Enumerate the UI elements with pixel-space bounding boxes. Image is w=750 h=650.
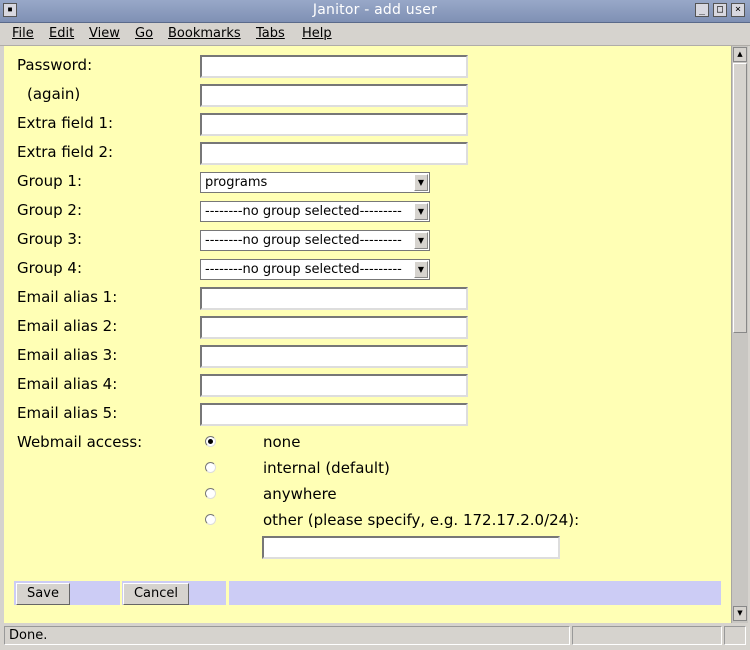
chevron-down-icon[interactable]: ▼ <box>414 174 428 191</box>
group-4-select[interactable]: --------no group selected--------- ▼ <box>200 259 430 280</box>
scrollbar-thumb[interactable] <box>733 63 747 333</box>
chevron-down-icon[interactable]: ▼ <box>414 232 428 249</box>
webmail-internal-label: internal (default) <box>263 459 390 477</box>
menubar: File Edit View Go Bookmarks Tabs Help <box>0 23 750 46</box>
menu-go[interactable]: Go <box>135 26 153 41</box>
email-alias-3-label: Email alias 3: <box>17 346 118 364</box>
status-text: Done. <box>4 626 570 645</box>
password-again-label: (again) <box>27 85 81 103</box>
email-alias-4-input[interactable] <box>200 374 468 397</box>
chevron-down-icon[interactable]: ▼ <box>414 261 428 278</box>
email-alias-5-label: Email alias 5: <box>17 404 118 422</box>
password-again-field[interactable] <box>200 84 468 107</box>
group-3-select[interactable]: --------no group selected--------- ▼ <box>200 230 430 251</box>
maximize-icon[interactable]: □ <box>713 3 727 17</box>
close-icon[interactable]: × <box>731 3 745 17</box>
group-3-label: Group 3: <box>17 230 83 248</box>
group-1-select[interactable]: programs ▼ <box>200 172 430 193</box>
webmail-anywhere-radio[interactable] <box>205 488 216 499</box>
password-label: Password: <box>17 56 93 74</box>
menu-edit[interactable]: Edit <box>49 26 74 41</box>
email-alias-5-input[interactable] <box>200 403 468 426</box>
group-2-label: Group 2: <box>17 201 83 219</box>
email-alias-4-label: Email alias 4: <box>17 375 118 393</box>
window-title: Janitor - add user <box>312 2 438 18</box>
window-titlebar: Janitor - add user ▪ _ □ × <box>0 0 750 23</box>
scroll-up-icon[interactable]: ▲ <box>733 47 747 62</box>
webmail-other-input[interactable] <box>262 536 560 559</box>
extra-field-2-label: Extra field 2: <box>17 143 114 161</box>
email-alias-1-label: Email alias 1: <box>17 288 118 306</box>
email-alias-3-input[interactable] <box>200 345 468 368</box>
group-1-label: Group 1: <box>17 172 83 190</box>
status-progress <box>572 626 722 645</box>
page-content: Password: (again) Extra field 1: Extra f… <box>4 46 731 623</box>
menu-view[interactable]: View <box>89 26 120 41</box>
minimize-icon[interactable]: _ <box>695 3 709 17</box>
menu-help[interactable]: Help <box>302 26 332 41</box>
email-alias-1-input[interactable] <box>200 287 468 310</box>
scroll-down-icon[interactable]: ▼ <box>733 606 747 621</box>
statusbar: Done. <box>0 624 750 650</box>
vertical-scrollbar[interactable]: ▲ ▼ <box>731 46 748 623</box>
cancel-button[interactable]: Cancel <box>123 583 189 605</box>
chevron-down-icon[interactable]: ▼ <box>414 203 428 220</box>
webmail-none-radio[interactable] <box>205 436 216 447</box>
extra-field-1-input[interactable] <box>200 113 468 136</box>
email-alias-2-input[interactable] <box>200 316 468 339</box>
webmail-other-radio[interactable] <box>205 514 216 525</box>
webmail-other-label: other (please specify, e.g. 172.17.2.0/2… <box>263 511 580 529</box>
webmail-internal-radio[interactable] <box>205 462 216 473</box>
webmail-none-label: none <box>263 433 301 451</box>
radio-selected-dot <box>208 439 213 444</box>
webmail-access-label: Webmail access: <box>17 433 143 451</box>
button-bar-cell <box>229 581 721 605</box>
menu-tabs[interactable]: Tabs <box>256 26 285 41</box>
group-4-label: Group 4: <box>17 259 83 277</box>
menu-bookmarks[interactable]: Bookmarks <box>168 26 241 41</box>
group-2-select[interactable]: --------no group selected--------- ▼ <box>200 201 430 222</box>
group-1-value: programs <box>205 175 268 190</box>
group-3-value: --------no group selected--------- <box>205 233 402 248</box>
group-4-value: --------no group selected--------- <box>205 262 402 277</box>
menu-file[interactable]: File <box>12 26 34 41</box>
extra-field-1-label: Extra field 1: <box>17 114 114 132</box>
email-alias-2-label: Email alias 2: <box>17 317 118 335</box>
extra-field-2-input[interactable] <box>200 142 468 165</box>
password-field[interactable] <box>200 55 468 78</box>
save-button[interactable]: Save <box>16 583 70 605</box>
group-2-value: --------no group selected--------- <box>205 204 402 219</box>
security-lock-icon[interactable] <box>724 626 746 645</box>
window-menu-icon[interactable]: ▪ <box>3 3 17 17</box>
webmail-anywhere-label: anywhere <box>263 485 337 503</box>
